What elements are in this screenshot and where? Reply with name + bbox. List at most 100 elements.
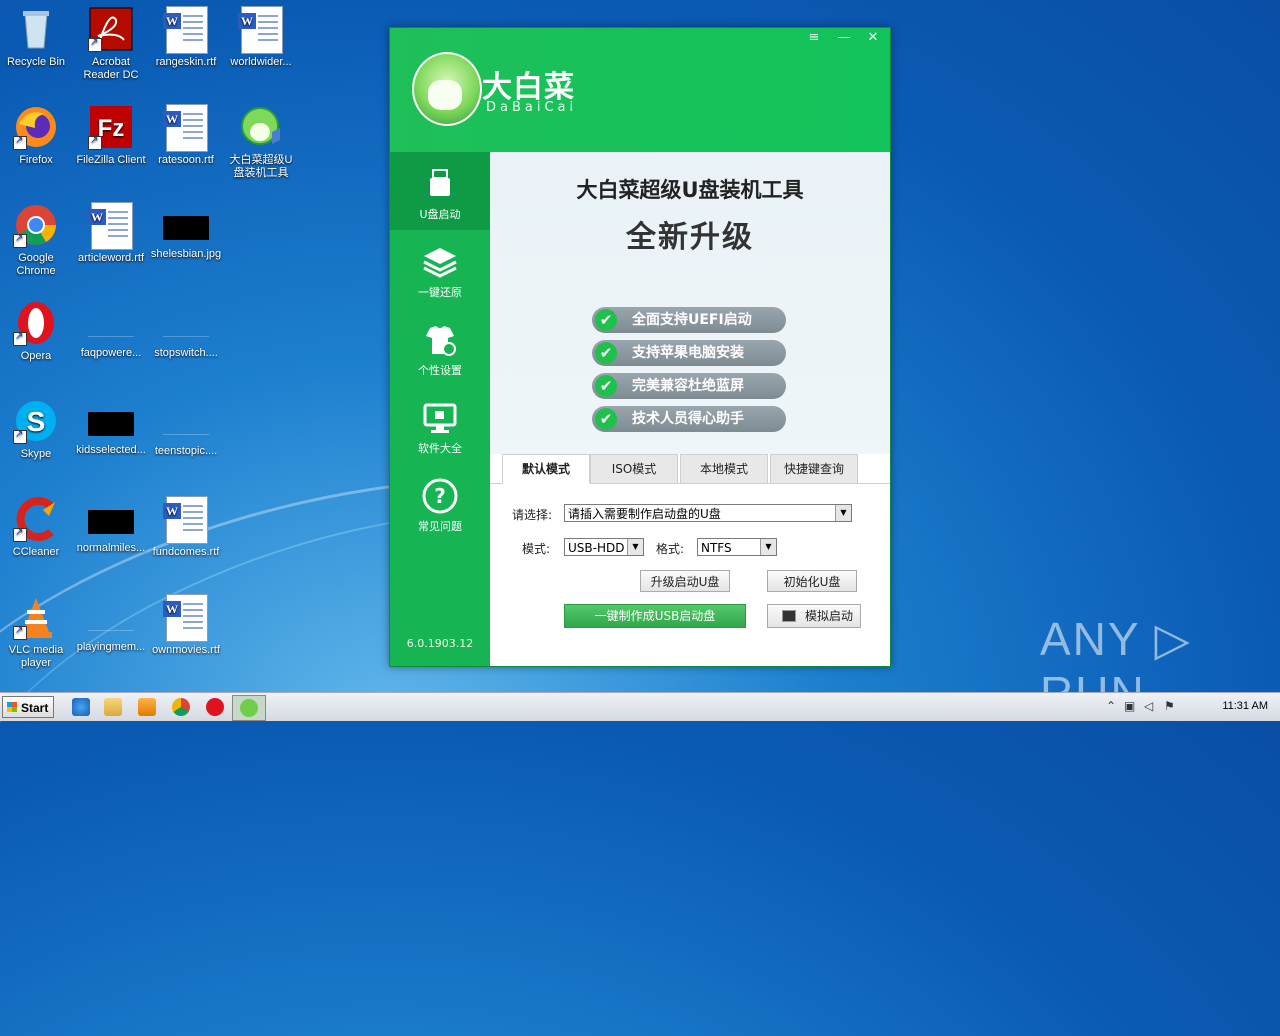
select-label: 请选择: — [512, 508, 553, 522]
dropdown-arrow-icon: ▼ — [760, 539, 776, 555]
skype-icon: S — [13, 398, 59, 444]
simulate-boot-button[interactable]: 模拟启动 — [767, 604, 861, 628]
sidebar-item-label: 一键还原 — [418, 286, 462, 299]
desktop-icon-articleword[interactable]: W articleword.rtf — [75, 202, 147, 265]
sidebar-item-label: U盘启动 — [419, 208, 461, 221]
tab-iso-mode[interactable]: ISO模式 — [590, 454, 678, 484]
chrome-taskbar-icon[interactable] — [172, 698, 190, 716]
desktop-icon-ownmovies[interactable]: W ownmovies.rtf — [150, 594, 222, 657]
cabbage-taskbar-icon — [240, 699, 258, 717]
filezilla-icon: Fz — [88, 104, 134, 150]
desktop-icon-stopswitch[interactable]: stopswitch.... — [150, 300, 222, 360]
mode-label: 模式: — [522, 542, 551, 556]
screen-icon — [782, 610, 796, 622]
ccleaner-icon — [13, 496, 59, 542]
redacted-thumbnail — [163, 216, 209, 240]
sidebar: U盘启动 一键还原 个性设置 软件大全 ? 常见问题 6.0.1903.12 — [390, 152, 490, 666]
desktop-icon-ratesoon[interactable]: W ratesoon.rtf — [150, 104, 222, 167]
desktop-icon-shelesbian[interactable]: shelesbian.jpg — [150, 202, 222, 261]
taskbar-item-dabaicai[interactable] — [232, 695, 266, 721]
sidebar-item-restore[interactable]: 一键还原 — [390, 230, 490, 308]
desktop-icon-firefox[interactable]: Firefox — [0, 104, 72, 167]
desktop-icon-faqpowere[interactable]: faqpowere... — [75, 300, 147, 360]
word-document-icon: W — [163, 594, 209, 642]
desktop-icon-vlc[interactable]: VLC media player — [0, 594, 72, 670]
feature-pill: ✔ 技术人员得心助手 — [592, 406, 786, 432]
init-usb-button[interactable]: 初始化U盘 — [767, 570, 857, 592]
media-player-icon[interactable] — [138, 698, 156, 716]
tab-default-mode[interactable]: 默认模式 — [502, 454, 590, 484]
menu-button[interactable]: ≡ — [804, 30, 824, 45]
chrome-icon — [13, 202, 59, 248]
sidebar-item-faq[interactable]: ? 常见问题 — [390, 464, 490, 542]
monitor-icon — [422, 400, 458, 436]
sidebar-item-label: 常见问题 — [418, 520, 462, 533]
desktop-icon-opera[interactable]: Opera — [0, 300, 72, 363]
flag-icon[interactable]: ⚑ — [1164, 699, 1175, 713]
shortcut-arrow-icon — [13, 232, 27, 248]
make-usb-boot-button[interactable]: 一键制作成USB启动盘 — [564, 604, 746, 628]
shortcut-arrow-icon — [13, 624, 27, 640]
file-icon — [88, 610, 134, 631]
acrobat-icon — [88, 6, 134, 52]
network-icon[interactable]: ▣ — [1124, 699, 1135, 713]
check-icon: ✔ — [595, 309, 617, 331]
desktop-icon-kidsselected[interactable]: kidsselected... — [75, 398, 147, 457]
sidebar-item-personalize[interactable]: 个性设置 — [390, 308, 490, 386]
desktop-icon-normalmiles[interactable]: normalmiles... — [75, 496, 147, 555]
desktop-icon-fundcomes[interactable]: W fundcomes.rtf — [150, 496, 222, 559]
tabs-panel: 默认模式 ISO模式 本地模式 快捷键查询 请选择: 请插入需要制作启动盘的U盘… — [490, 454, 890, 666]
check-icon: ✔ — [595, 375, 617, 397]
usb-device-select[interactable]: 请插入需要制作启动盘的U盘 ▼ — [564, 504, 852, 522]
show-hidden-icons-icon[interactable]: ⌃ — [1106, 699, 1116, 713]
shortcut-arrow-icon — [88, 134, 102, 150]
vlc-icon — [13, 594, 59, 640]
system-tray: ⌃ ▣ ◁ ⚑ 11:31 AM — [1100, 693, 1280, 721]
mode-select[interactable]: USB-HDD ▼ — [564, 538, 644, 556]
feature-pill: ✔ 支持苹果电脑安装 — [592, 340, 786, 366]
desktop-icon-worldwider[interactable]: W worldwider... — [225, 6, 297, 69]
desktop-icon-filezilla[interactable]: Fz FileZilla Client — [75, 104, 147, 167]
desktop-icon-chrome[interactable]: Google Chrome — [0, 202, 72, 278]
sidebar-item-usb-boot[interactable]: U盘启动 — [390, 152, 490, 230]
close-button[interactable]: ✕ — [863, 30, 883, 45]
clock[interactable]: 11:31 AM — [1222, 700, 1268, 712]
desktop-icon-playingmem[interactable]: playingmem... — [75, 594, 147, 654]
desktop-icon-dabaicai[interactable]: 大白菜超级U盘装机工具 — [225, 104, 297, 180]
desktop-icon-recycle-bin[interactable]: Recycle Bin — [0, 6, 72, 69]
file-icon — [163, 316, 209, 337]
shortcut-arrow-icon — [13, 134, 27, 150]
tab-hotkey-lookup[interactable]: 快捷键查询 — [770, 454, 858, 484]
minimize-button[interactable]: — — [834, 30, 854, 45]
ie-icon[interactable] — [72, 698, 90, 716]
format-select[interactable]: NTFS ▼ — [697, 538, 777, 556]
app-header: 大白菜 DaBaiCai ≡ — ✕ — [390, 28, 890, 152]
dropdown-arrow-icon: ▼ — [835, 505, 851, 521]
firefox-icon — [13, 104, 59, 150]
svg-text:?: ? — [434, 484, 446, 508]
layers-icon — [422, 244, 458, 280]
desktop-icon-ccleaner[interactable]: CCleaner — [0, 496, 72, 559]
desktop-icon-teenstopic[interactable]: teenstopic.... — [150, 398, 222, 458]
version-label: 6.0.1903.12 — [406, 637, 474, 650]
desktop-icon-rangeskin[interactable]: W rangeskin.rtf — [150, 6, 222, 69]
desktop-icon-skype[interactable]: S Skype — [0, 398, 72, 461]
banner-title: 大白菜超级U盘装机工具 — [576, 178, 804, 202]
check-icon: ✔ — [595, 342, 617, 364]
question-icon: ? — [422, 478, 458, 514]
tab-local-mode[interactable]: 本地模式 — [680, 454, 768, 484]
redacted-thumbnail — [88, 412, 134, 436]
sidebar-item-label: 个性设置 — [418, 364, 462, 377]
opera-taskbar-icon[interactable] — [206, 698, 224, 716]
cabbage-face — [428, 80, 462, 110]
brand-name-en: DaBaiCai — [486, 100, 578, 115]
dropdown-arrow-icon: ▼ — [627, 539, 643, 555]
volume-icon[interactable]: ◁ — [1144, 699, 1153, 713]
start-button[interactable]: Start — [2, 696, 54, 718]
upgrade-usb-button[interactable]: 升级启动U盘 — [640, 570, 730, 592]
folder-icon[interactable] — [104, 698, 122, 716]
sidebar-item-software[interactable]: 软件大全 — [390, 386, 490, 464]
desktop-icon-acrobat[interactable]: Acrobat Reader DC — [75, 6, 147, 82]
format-label: 格式: — [656, 542, 685, 556]
redacted-thumbnail — [88, 510, 134, 534]
